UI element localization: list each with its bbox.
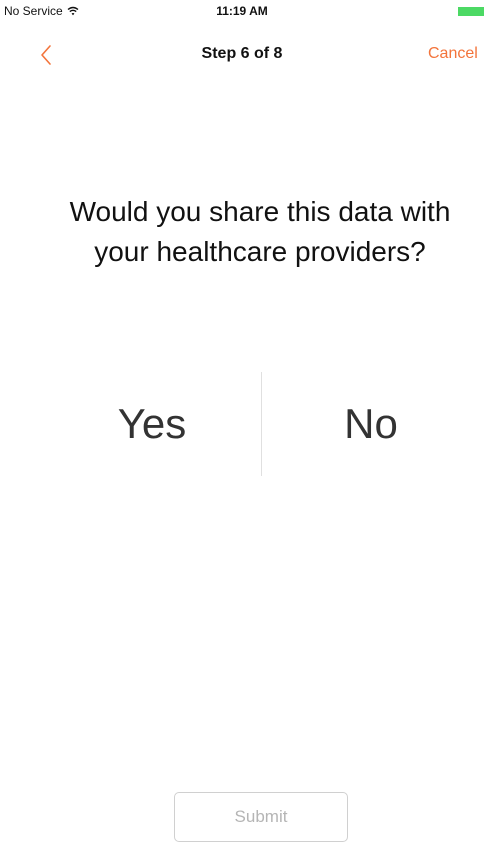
status-time: 11:19 AM (216, 4, 268, 18)
question-text: Would you share this data with your heal… (69, 196, 451, 267)
submit-button[interactable]: Submit (174, 792, 348, 842)
status-bar: No Service 11:19 AM (0, 0, 484, 20)
yes-button[interactable]: Yes (44, 372, 260, 476)
battery-icon (458, 7, 484, 16)
no-button[interactable]: No (262, 372, 480, 476)
survey-screen: No Service 11:19 AM Step 6 of 8 Cancel W… (0, 0, 484, 863)
answer-choices: Yes No (44, 372, 480, 476)
cancel-button[interactable]: Cancel (428, 45, 484, 63)
step-title: Step 6 of 8 (201, 45, 283, 62)
nav-bar: Step 6 of 8 Cancel (0, 20, 484, 65)
